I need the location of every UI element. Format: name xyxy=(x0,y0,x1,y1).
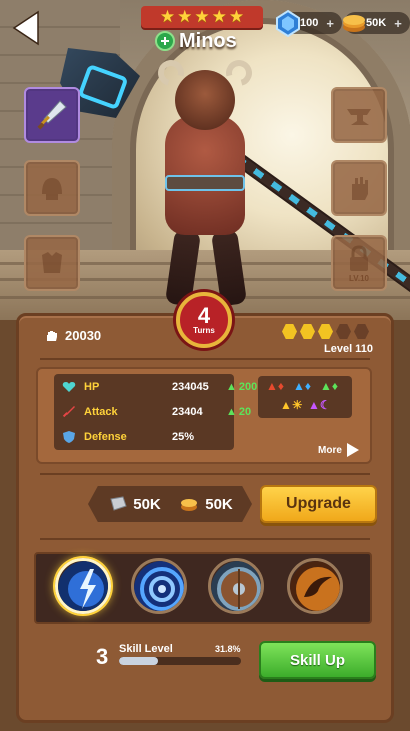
hero-title: Minos xyxy=(155,28,237,54)
skill-progress-fill xyxy=(119,657,158,665)
gold-coin-icon xyxy=(181,499,198,511)
back-button[interactable] xyxy=(12,10,42,46)
sword-icon xyxy=(37,100,67,130)
gold-cost: 50K xyxy=(179,496,233,513)
moon-icon: ▲☾ xyxy=(308,398,331,412)
helmet-icon xyxy=(42,178,62,200)
helmet-slot[interactable] xyxy=(24,160,80,216)
armor-slot[interactable] xyxy=(24,235,80,291)
hex-icon xyxy=(282,324,297,339)
skill-up-button[interactable]: Skill Up xyxy=(259,641,376,679)
skill-claw[interactable] xyxy=(287,558,343,614)
divider xyxy=(40,473,370,475)
gems-value: 100 xyxy=(300,17,319,29)
gold-cost-value: 50K xyxy=(205,495,233,513)
fire-up-icon: ▲♦ xyxy=(266,379,284,393)
ingot-icon xyxy=(110,496,127,511)
sun-icon: ▲☀ xyxy=(280,398,303,412)
star-icon: ★ xyxy=(159,7,176,26)
star-icon: ★ xyxy=(194,7,210,26)
skill-shield[interactable] xyxy=(208,558,264,614)
ingot-cost: 50K xyxy=(107,496,161,513)
star-icon: ★ xyxy=(211,7,227,26)
ingot-cost-value: 50K xyxy=(133,495,161,513)
gloves-slot[interactable] xyxy=(331,160,387,216)
hex-icon xyxy=(318,324,333,339)
turns-label: Turns xyxy=(193,325,215,335)
stat-row-hp: HP 234045 ▲ 200 xyxy=(62,378,257,396)
fist-icon xyxy=(47,330,57,341)
divider xyxy=(40,538,370,540)
class-icon xyxy=(155,31,175,51)
stat-row-defense: Defense 25% xyxy=(62,428,224,446)
armor-icon xyxy=(42,252,62,273)
skill-progress-bar xyxy=(119,657,241,665)
skill-lightning[interactable] xyxy=(55,558,111,614)
skill-vortex[interactable] xyxy=(131,558,187,614)
star-icon: ★ xyxy=(228,7,245,26)
hex-icon xyxy=(300,324,315,339)
more-button[interactable]: More xyxy=(318,442,360,458)
lock-icon xyxy=(350,245,368,271)
gold-value: 50K xyxy=(366,17,387,29)
divider xyxy=(40,358,370,360)
back-arrow-icon xyxy=(12,10,39,46)
skill-level-number: 3 xyxy=(96,644,109,669)
skill-level-percent: 31.8% xyxy=(215,644,241,654)
gems-counter[interactable]: 100 + xyxy=(276,9,342,37)
bonus-up-arrow: ▲ xyxy=(226,381,237,393)
add-gems-button[interactable]: + xyxy=(326,16,334,31)
unlock-level-label: LV.10 xyxy=(348,274,369,283)
hex-icon xyxy=(336,324,351,339)
glove-icon xyxy=(352,177,368,200)
add-gold-button[interactable]: + xyxy=(394,16,402,31)
hex-icon xyxy=(354,324,369,339)
weapon-slot[interactable] xyxy=(24,87,80,143)
sword-icon xyxy=(62,406,75,418)
shield-icon xyxy=(63,431,75,443)
gold-counter[interactable]: 50K + xyxy=(343,12,410,34)
gem-icon xyxy=(276,9,300,37)
star-hexes xyxy=(282,324,369,339)
turns-badge: 4 Turns xyxy=(176,292,232,348)
level-label: Level 110 xyxy=(324,343,373,355)
power-value: 20030 xyxy=(65,328,102,343)
bonus-up-arrow: ▲ xyxy=(226,406,237,418)
upgrade-button[interactable]: Upgrade xyxy=(260,485,377,523)
play-arrow-icon xyxy=(346,443,359,457)
anvil-icon xyxy=(347,109,371,125)
stat-row-attack: Attack 23404 ▲ 20 xyxy=(62,403,251,421)
more-label: More xyxy=(318,444,342,456)
water-up-icon: ▲♦ xyxy=(293,379,311,393)
upgrade-cost: 50K 50K xyxy=(88,486,252,522)
anvil-slot[interactable] xyxy=(331,87,387,143)
power-rating: 20030 xyxy=(45,328,101,343)
hero-name: Minos xyxy=(179,29,237,52)
heart-icon xyxy=(62,382,76,392)
gold-coin-icon xyxy=(343,15,365,32)
skill-level-label: Skill Level xyxy=(119,643,173,655)
hero-character xyxy=(130,55,410,313)
turns-number: 4 xyxy=(197,302,211,328)
star-rating: ★ ★ ★ ★ ★ xyxy=(141,6,263,28)
leaf-up-icon: ▲♦ xyxy=(320,379,338,393)
locked-slot[interactable]: LV.10 xyxy=(331,235,387,291)
star-icon: ★ xyxy=(177,7,193,26)
element-affinities[interactable]: ▲♦ ▲♦ ▲♦ ▲☀ ▲☾ xyxy=(258,376,352,418)
